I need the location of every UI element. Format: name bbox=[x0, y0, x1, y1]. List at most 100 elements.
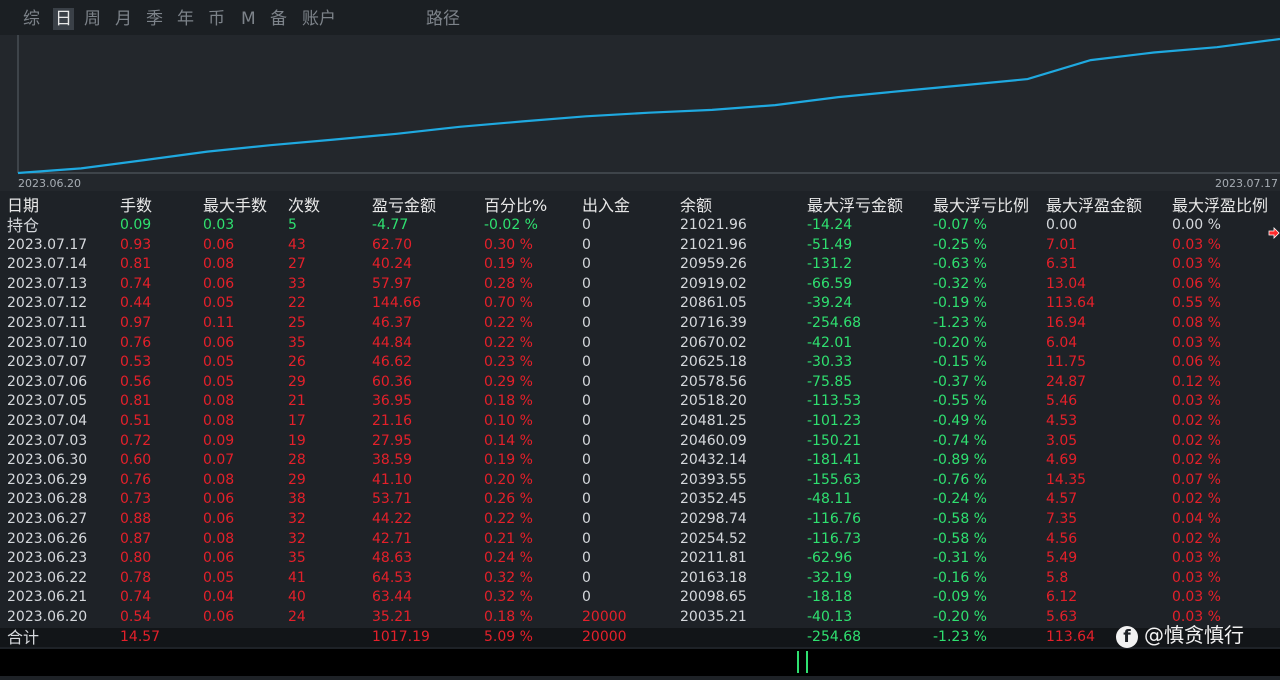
cell-5: 0.18 % bbox=[484, 609, 533, 625]
table-row[interactable]: 2023.06.26 0.87 0.08 32 42.71 0.21 % 0 20254.52… bbox=[0, 530, 1280, 550]
table-row[interactable]: 2023.06.28 0.73 0.06 38 53.71 0.26 % 0 20352.45… bbox=[0, 490, 1280, 510]
cell-6: 20000 bbox=[582, 628, 627, 645]
cell-7: 20481.25 bbox=[680, 413, 747, 429]
table-row[interactable]: 2023.06.20 0.54 0.06 24 35.21 0.18 % 20000 2003… bbox=[0, 608, 1280, 628]
cell-1: 0.93 bbox=[120, 236, 152, 253]
cell-5: 0.29 % bbox=[484, 373, 533, 390]
table-row[interactable]: 2023.06.22 0.78 0.05 41 64.53 0.32 % 0 20163.18… bbox=[0, 569, 1280, 589]
cell-2: 0.06 bbox=[203, 550, 235, 567]
cell-5: 0.23 % bbox=[484, 354, 533, 371]
cell-1: 0.74 bbox=[120, 275, 152, 292]
cell-7: 20460.09 bbox=[680, 432, 747, 449]
cell-0: 2023.07.05 bbox=[7, 393, 88, 410]
cell-5: 0.28 % bbox=[484, 275, 533, 292]
cell-2: 0.05 bbox=[203, 373, 235, 390]
table-row[interactable]: 2023.06.23 0.80 0.06 35 48.63 0.24 % 0 20211.81… bbox=[0, 549, 1280, 569]
cell-1: 0.81 bbox=[120, 393, 152, 410]
table-row[interactable]: 2023.07.11 0.97 0.11 25 46.37 0.22 % 0 20716.39… bbox=[0, 314, 1280, 334]
tab-1[interactable]: 日 bbox=[53, 8, 74, 30]
column-header-0[interactable]: 日期 bbox=[7, 195, 39, 217]
cell-5: 0.20 % bbox=[484, 471, 533, 488]
cell-6: 0 bbox=[582, 236, 591, 253]
cell-7: 21021.96 bbox=[680, 236, 747, 253]
column-header-2[interactable]: 最大手数 bbox=[203, 195, 267, 217]
cell-8: -155.63 bbox=[807, 471, 862, 488]
table-row[interactable]: 2023.07.07 0.53 0.05 26 46.62 0.23 % 0 20625.18… bbox=[0, 353, 1280, 373]
cell-7: 20625.18 bbox=[680, 354, 747, 371]
cell-0: 2023.07.14 bbox=[7, 256, 88, 273]
cell-8: -150.21 bbox=[807, 432, 862, 449]
cell-7: 20919.02 bbox=[680, 275, 747, 292]
cell-4: 57.97 bbox=[372, 275, 413, 292]
table-row[interactable]: 2023.06.29 0.76 0.08 29 41.10 0.20 % 0 20393.55… bbox=[0, 471, 1280, 491]
table-row[interactable]: 2023.07.05 0.81 0.08 21 36.95 0.18 % 0 20518.20… bbox=[0, 392, 1280, 412]
column-header-5[interactable]: 百分比% bbox=[484, 195, 547, 217]
cell-7: 20352.45 bbox=[680, 491, 747, 508]
tab-8[interactable]: 备 bbox=[270, 8, 287, 30]
tab-10[interactable]: 路径 bbox=[426, 8, 460, 30]
tab-4[interactable]: 季 bbox=[146, 8, 163, 30]
column-header-4[interactable]: 盈亏金额 bbox=[372, 195, 436, 217]
cell-1: 0.73 bbox=[120, 491, 152, 508]
tab-6[interactable]: 币 bbox=[208, 8, 225, 30]
tab-2[interactable]: 周 bbox=[84, 8, 101, 30]
cell-1: 0.44 bbox=[120, 295, 152, 312]
tab-5[interactable]: 年 bbox=[177, 8, 194, 30]
cell-9: -0.37 % bbox=[933, 373, 987, 390]
cell-1: 14.57 bbox=[120, 628, 161, 645]
table-row[interactable]: 2023.07.10 0.76 0.06 35 44.84 0.22 % 0 20670.02… bbox=[0, 334, 1280, 354]
table-row[interactable]: 2023.07.13 0.74 0.06 33 57.97 0.28 % 0 20919.02… bbox=[0, 275, 1280, 295]
cell-3: 25 bbox=[288, 315, 306, 331]
cell-2: 0.08 bbox=[203, 530, 235, 547]
tab-3[interactable]: 月 bbox=[115, 8, 132, 30]
cell-5: 0.10 % bbox=[484, 413, 533, 429]
cell-7: 20254.52 bbox=[680, 530, 747, 547]
column-header-9[interactable]: 最大浮亏比例 bbox=[933, 195, 1029, 217]
tab-7[interactable]: M bbox=[241, 8, 256, 30]
table-row[interactable]: 2023.06.27 0.88 0.06 32 44.22 0.22 % 0 20298.74… bbox=[0, 510, 1280, 530]
table-row[interactable]: 2023.07.14 0.81 0.08 27 40.24 0.19 % 0 20959.26… bbox=[0, 255, 1280, 275]
cell-7: 20518.20 bbox=[680, 393, 747, 410]
cell-6: 0 bbox=[582, 530, 591, 547]
column-header-6[interactable]: 出入金 bbox=[582, 195, 630, 217]
cell-1: 0.81 bbox=[120, 256, 152, 273]
table-row[interactable]: 2023.07.17 0.93 0.06 43 62.70 0.30 % 0 21021.96… bbox=[0, 236, 1280, 256]
table-row[interactable]: 2023.07.06 0.56 0.05 29 60.36 0.29 % 0 20578.56… bbox=[0, 373, 1280, 393]
column-header-11[interactable]: 最大浮盈比例 bbox=[1172, 195, 1268, 217]
cell-8: -181.41 bbox=[807, 452, 862, 469]
table-row[interactable]: 2023.06.21 0.74 0.04 40 63.44 0.32 % 0 20098.65… bbox=[0, 588, 1280, 608]
cell-9: -0.20 % bbox=[933, 609, 987, 625]
cell-3: 35 bbox=[288, 550, 306, 567]
table-row[interactable]: 2023.06.30 0.60 0.07 28 38.59 0.19 % 0 20432.14… bbox=[0, 451, 1280, 471]
column-header-3[interactable]: 次数 bbox=[288, 195, 320, 217]
tab-9[interactable]: 账户 bbox=[302, 8, 336, 30]
cell-8: -116.73 bbox=[807, 530, 862, 547]
cell-6: 20000 bbox=[582, 609, 627, 625]
cell-1: 0.56 bbox=[120, 373, 152, 390]
column-header-10[interactable]: 最大浮盈金额 bbox=[1046, 195, 1142, 217]
column-header-8[interactable]: 最大浮亏金额 bbox=[807, 195, 903, 217]
column-header-1[interactable]: 手数 bbox=[120, 195, 152, 217]
tab-0[interactable]: 综 bbox=[23, 8, 40, 30]
cell-10: 5.49 bbox=[1046, 550, 1078, 567]
position-row[interactable]: 持仓 0.09 0.03 5 -4.77 -0.02 % 0 21021.96 -14.24 -0… bbox=[0, 216, 1280, 236]
table-row[interactable]: 2023.07.03 0.72 0.09 19 27.95 0.14 % 0 20460.09… bbox=[0, 432, 1280, 452]
cell-2: 0.06 bbox=[203, 609, 235, 625]
cell-11: 0.02 % bbox=[1172, 452, 1221, 469]
cell-5: 0.22 % bbox=[484, 315, 533, 331]
cell-6: 0 bbox=[582, 413, 591, 429]
table-row[interactable]: 2023.07.04 0.51 0.08 17 21.16 0.10 % 0 20481.25… bbox=[0, 412, 1280, 432]
cell-9: -0.76 % bbox=[933, 471, 987, 488]
cell-2: 0.06 bbox=[203, 491, 235, 508]
cell-10: 3.05 bbox=[1046, 432, 1078, 449]
total-row[interactable]: 合计 14.57 1017.19 5.09 % 20000 -254.68 -1.23 % 1… bbox=[0, 627, 1280, 648]
table-row[interactable]: 2023.07.12 0.44 0.05 22 144.66 0.70 % 0 20861.0… bbox=[0, 294, 1280, 314]
cell-3: 38 bbox=[288, 491, 306, 508]
column-header-7[interactable]: 余额 bbox=[680, 195, 712, 217]
cell-6: 0 bbox=[582, 432, 591, 449]
cell-2: 0.08 bbox=[203, 393, 235, 410]
cell-0: 2023.07.12 bbox=[7, 295, 88, 312]
cell-5: 0.24 % bbox=[484, 550, 533, 567]
cell-2: 0.04 bbox=[203, 589, 235, 606]
cell-11: 0.03 % bbox=[1172, 589, 1221, 606]
